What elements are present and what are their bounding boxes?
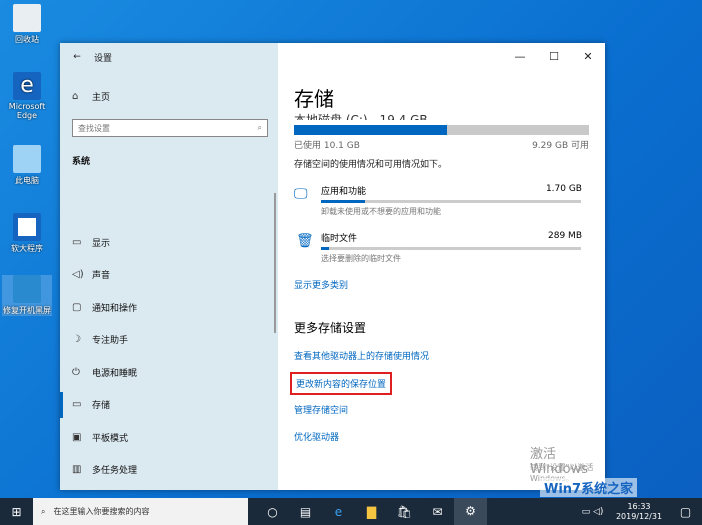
nav-icon: ▣ [72,431,82,443]
drive-label: 本地磁盘 (C:) - 19.4 GB [294,113,428,120]
program-icon [13,213,41,241]
item-size: 1.70 GB [545,184,582,194]
notification-icon[interactable]: ▢ [669,505,702,519]
nav-icon: ▭ [72,399,82,410]
scrollbar[interactable] [274,193,276,333]
nav-item[interactable]: ▭ 存储 [60,391,278,418]
taskbar-search[interactable]: ⌕ 在这里输入你要搜索的内容 [33,498,248,525]
label: 多任务处理 [92,466,138,476]
recycle-bin-icon [13,4,41,32]
nav-item[interactable]: ☽ 专注助手 [60,327,278,353]
nav-item[interactable]: ⏻ 电源和睡眠 [60,359,278,385]
monitor-icon: 🖵 [294,186,308,202]
item-name: 临时文件 [321,234,358,244]
label: 主页 [92,92,111,103]
item-size: 289 MB [548,231,582,241]
description: 存储空间的使用情况和可用情况如下。 [294,160,448,170]
nav-home[interactable]: ⌂ 主页 [60,83,278,109]
nav-item[interactable]: ▥ 多任务处理 [60,457,278,483]
item-sub: 卸载未使用或不想要的应用和功能 [321,207,441,216]
used-text: 已使用 10.1 GB [294,141,360,151]
home-icon: ⌂ [72,90,79,102]
manage-storage-spaces-link[interactable]: 管理存储空间 [294,403,348,416]
desktop-icon-this-pc[interactable]: 此电脑 [2,145,52,186]
nav-icon: ◁) [72,269,84,280]
search-icon: ⌕ [257,123,262,132]
maximize-button[interactable]: ☐ [537,43,571,71]
mail-icon[interactable]: ✉ [421,505,454,519]
nav-icon: ▥ [72,464,82,475]
settings-nav-pane: ← 设置 ⌂ 主页 查找设置 ⌕ 系统 ▭ 显示 ◁) 声音 ▢ 通知和操作 ☽ 专注助手 ⏻ 电源和睡… [60,43,278,509]
search-input[interactable]: 查找设置 ⌕ [72,119,268,137]
drive-usage-bar [294,125,589,135]
taskbar: ⊞ ⌕ 在这里输入你要搜索的内容 ○ ▤ e ▇ 🛍 ✉ ⚙ ▭ ◁) 16:33… [0,498,702,525]
nav-item[interactable]: ▢ 通知和操作 [60,294,278,320]
clock[interactable]: 16:33 2019/12/31 [609,502,669,522]
start-button[interactable]: ⊞ [0,505,33,519]
label: 声音 [92,271,111,281]
tool-icon [13,275,41,303]
nav-item[interactable]: ▣ 平板模式 [60,424,278,450]
item-sub: 选择要删除的临时文件 [321,254,401,263]
edge-icon[interactable]: e [322,505,355,519]
nav-item[interactable]: ◁) 声音 [60,262,278,288]
cortana-icon[interactable]: ○ [256,505,289,519]
back-button[interactable]: ← [60,52,94,62]
time: 16:33 [627,501,651,511]
storage-pane: — ☐ ✕ 存储 本地磁盘 (C:) - 19.4 GB 已使用 10.1 GB… [278,43,605,490]
window-title: 设置 [94,53,113,64]
placeholder: 在这里输入你要搜索的内容 [53,507,150,516]
placeholder: 查找设置 [78,124,110,133]
store-icon[interactable]: 🛍 [388,505,421,519]
label: Microsoft Edge [8,102,46,120]
minimize-button[interactable]: — [503,43,537,71]
label: 存储 [92,401,111,411]
desktop-icon-edge[interactable]: e Microsoft Edge [2,72,52,120]
settings-window: ← 设置 ⌂ 主页 查找设置 ⌕ 系统 ▭ 显示 ◁) 声音 ▢ 通知和操作 ☽ 专注助手 ⏻ 电源和睡… [60,43,605,509]
label: 通知和操作 [92,303,138,314]
watermark: Win7系统之家 [540,478,638,497]
trash-icon: 🗑 [296,233,314,249]
item-bar [321,200,581,203]
desktop-icon-fix-black-screen[interactable]: 修复开机黑屏 [2,275,52,316]
nav-icon: ▭ [72,236,82,248]
label: 修复开机黑屏 [3,306,51,315]
close-button[interactable]: ✕ [571,43,605,71]
show-more-link[interactable]: 显示更多类别 [294,278,348,291]
optimize-drives-link[interactable]: 优化驱动器 [294,430,339,443]
nav-icon: ☽ [72,334,81,345]
date: 2019/12/31 [615,511,663,521]
label: 显示 [92,238,111,249]
nav-icon: ▢ [72,301,82,313]
section-heading: 系统 [72,156,91,167]
label: 回收站 [15,35,39,44]
page-title: 存储 [294,87,334,111]
file-explorer-icon[interactable]: ▇ [355,505,388,519]
edge-icon: e [13,72,41,100]
label: 电源和睡眠 [92,368,138,379]
item-bar [321,247,581,250]
tray-icons[interactable]: ▭ ◁) [576,507,609,517]
free-text: 9.29 GB 可用 [532,141,589,151]
change-save-location-link[interactable]: 更改新内容的保存位置 [290,372,393,395]
nav-icon: ⏻ [72,366,80,378]
label: 专注助手 [92,336,129,346]
computer-icon [13,145,41,173]
other-drives-link[interactable]: 查看其他驱动器上的存储使用情况 [294,349,429,362]
settings-icon[interactable]: ⚙ [454,498,487,525]
nav-item[interactable]: ▭ 显示 [60,229,278,255]
task-view-icon[interactable]: ▤ [289,505,322,519]
more-settings-heading: 更多存储设置 [294,321,367,335]
item-name: 应用和功能 [321,187,367,197]
label: 此电脑 [15,176,39,185]
search-icon: ⌕ [41,506,46,516]
desktop-icon-program[interactable]: 软大程序 [2,213,52,254]
label: 平板模式 [92,433,129,444]
label: 软大程序 [11,244,43,253]
desktop-icon-recycle-bin[interactable]: 回收站 [2,4,52,45]
